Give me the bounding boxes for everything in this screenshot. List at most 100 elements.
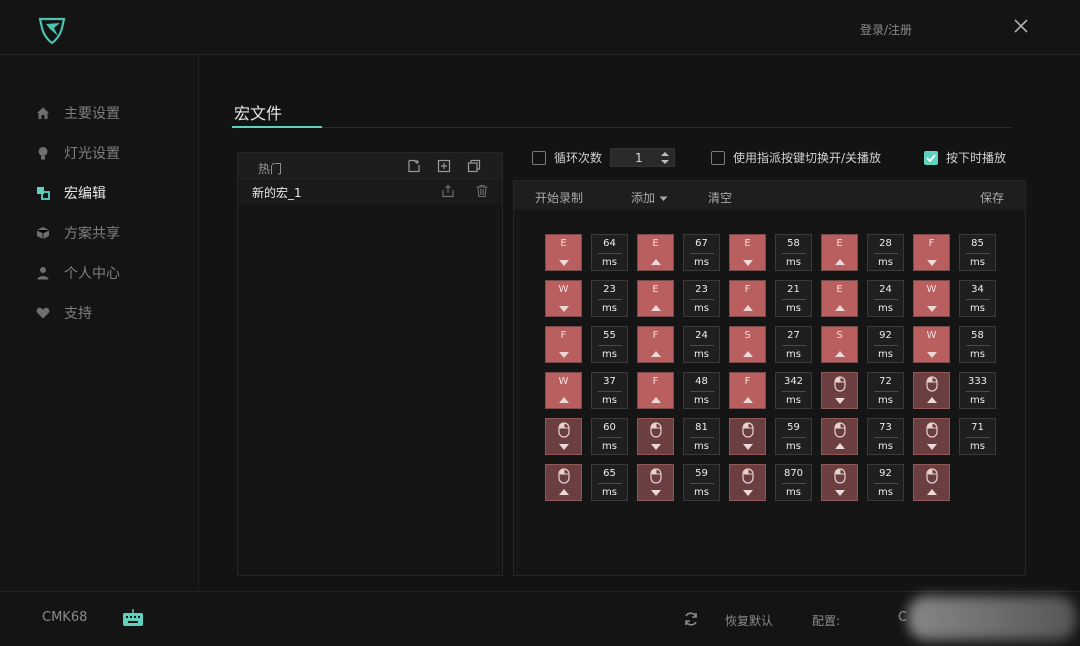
- delay-event[interactable]: 28 ms: [867, 234, 904, 271]
- key-event[interactable]: F: [729, 372, 766, 409]
- key-event[interactable]: S: [821, 326, 858, 363]
- delay-event[interactable]: 34 ms: [959, 280, 996, 317]
- delay-event[interactable]: 23 ms: [683, 280, 720, 317]
- delay-event[interactable]: 92 ms: [867, 326, 904, 363]
- key-event[interactable]: S: [729, 326, 766, 363]
- mouse-key-event[interactable]: [913, 464, 950, 501]
- delay-event[interactable]: 333 ms: [959, 372, 996, 409]
- key-event[interactable]: E: [637, 234, 674, 271]
- key-event[interactable]: F: [913, 234, 950, 271]
- key-event[interactable]: E: [821, 280, 858, 317]
- start-recording-button[interactable]: 开始录制: [535, 189, 583, 206]
- refresh-icon[interactable]: [683, 611, 699, 627]
- config-value[interactable]: C: [898, 610, 907, 625]
- key-event[interactable]: W: [913, 280, 950, 317]
- keyboard-icon[interactable]: [122, 608, 144, 628]
- key-event[interactable]: E: [545, 234, 582, 271]
- login-link[interactable]: 登录/注册: [860, 21, 912, 38]
- home-icon: [36, 106, 50, 120]
- key-event[interactable]: E: [821, 234, 858, 271]
- toggle-play-option[interactable]: 使用指派按键切换开/关播放: [711, 149, 881, 166]
- delay-value: 71: [971, 422, 984, 433]
- delay-unit: ms: [694, 349, 709, 360]
- press-play-checkbox[interactable]: [924, 150, 938, 165]
- sidebar-item-profile-share[interactable]: 方案共享: [36, 221, 186, 245]
- new-file-icon[interactable]: [407, 159, 421, 173]
- mouse-key-event[interactable]: [913, 418, 950, 455]
- key-down-arrow-icon: [651, 490, 661, 496]
- loop-count-option[interactable]: 循环次数: [532, 149, 602, 166]
- delay-event[interactable]: 81 ms: [683, 418, 720, 455]
- delay-event[interactable]: 92 ms: [867, 464, 904, 501]
- key-event[interactable]: W: [913, 326, 950, 363]
- key-event[interactable]: W: [545, 372, 582, 409]
- delay-event[interactable]: 48 ms: [683, 372, 720, 409]
- clear-button[interactable]: 清空: [708, 189, 732, 206]
- macro-list-item[interactable]: 新的宏_1: [238, 180, 502, 204]
- delay-event[interactable]: 23 ms: [591, 280, 628, 317]
- key-event[interactable]: E: [637, 280, 674, 317]
- mouse-key-event[interactable]: [637, 418, 674, 455]
- delay-event[interactable]: 27 ms: [775, 326, 812, 363]
- delay-event[interactable]: 37 ms: [591, 372, 628, 409]
- new-folder-icon[interactable]: [437, 159, 451, 173]
- delay-event[interactable]: 870 ms: [775, 464, 812, 501]
- delay-event[interactable]: 59 ms: [775, 418, 812, 455]
- copy-icon[interactable]: [467, 159, 481, 173]
- title-active-underline: [232, 126, 322, 128]
- mouse-key-event[interactable]: [729, 464, 766, 501]
- delay-event[interactable]: 64 ms: [591, 234, 628, 271]
- sidebar-item-support[interactable]: 支持: [36, 301, 186, 325]
- mouse-key-event[interactable]: [821, 372, 858, 409]
- key-label: E: [836, 284, 843, 295]
- delay-event[interactable]: 58 ms: [775, 234, 812, 271]
- delay-event[interactable]: 24 ms: [867, 280, 904, 317]
- export-icon[interactable]: [441, 184, 455, 198]
- delay-divider: [598, 391, 622, 392]
- delay-event[interactable]: 55 ms: [591, 326, 628, 363]
- key-event[interactable]: F: [637, 326, 674, 363]
- mouse-key-event[interactable]: [821, 464, 858, 501]
- mouse-key-event[interactable]: [637, 464, 674, 501]
- delay-event[interactable]: 58 ms: [959, 326, 996, 363]
- delay-event[interactable]: 85 ms: [959, 234, 996, 271]
- save-button[interactable]: 保存: [980, 189, 1004, 206]
- add-dropdown[interactable]: 添加: [631, 189, 668, 206]
- delay-event[interactable]: 21 ms: [775, 280, 812, 317]
- restore-defaults-button[interactable]: 恢复默认: [725, 612, 773, 629]
- stepper-down-icon[interactable]: [661, 160, 669, 164]
- sidebar-item-macro-editor[interactable]: 宏编辑: [36, 181, 186, 205]
- key-event[interactable]: E: [729, 234, 766, 271]
- delay-event[interactable]: 72 ms: [867, 372, 904, 409]
- cube-icon: [36, 226, 50, 240]
- sidebar-item-main-settings[interactable]: 主要设置: [36, 101, 186, 125]
- stepper-up-icon[interactable]: [661, 152, 669, 156]
- key-down-arrow-icon: [559, 306, 569, 312]
- sidebar-item-user-center[interactable]: 个人中心: [36, 261, 186, 285]
- key-event[interactable]: F: [545, 326, 582, 363]
- mouse-key-event[interactable]: [729, 418, 766, 455]
- key-label: F: [652, 376, 659, 387]
- mouse-key-event[interactable]: [821, 418, 858, 455]
- key-event[interactable]: W: [545, 280, 582, 317]
- delay-event[interactable]: 24 ms: [683, 326, 720, 363]
- delay-event[interactable]: 342 ms: [775, 372, 812, 409]
- delay-event[interactable]: 67 ms: [683, 234, 720, 271]
- sidebar-item-light-settings[interactable]: 灯光设置: [36, 141, 186, 165]
- delay-event[interactable]: 73 ms: [867, 418, 904, 455]
- key-event[interactable]: F: [729, 280, 766, 317]
- toggle-play-checkbox[interactable]: [711, 150, 725, 165]
- mouse-key-event[interactable]: [545, 464, 582, 501]
- mouse-key-event[interactable]: [545, 418, 582, 455]
- trash-icon[interactable]: [475, 184, 489, 198]
- press-play-option[interactable]: 按下时播放: [924, 149, 1006, 166]
- loop-count-stepper[interactable]: 1: [610, 148, 675, 167]
- mouse-key-event[interactable]: [913, 372, 950, 409]
- loop-count-checkbox[interactable]: [532, 150, 546, 165]
- delay-event[interactable]: 59 ms: [683, 464, 720, 501]
- delay-event[interactable]: 65 ms: [591, 464, 628, 501]
- delay-event[interactable]: 60 ms: [591, 418, 628, 455]
- key-event[interactable]: F: [637, 372, 674, 409]
- delay-event[interactable]: 71 ms: [959, 418, 996, 455]
- close-icon[interactable]: [1012, 17, 1030, 35]
